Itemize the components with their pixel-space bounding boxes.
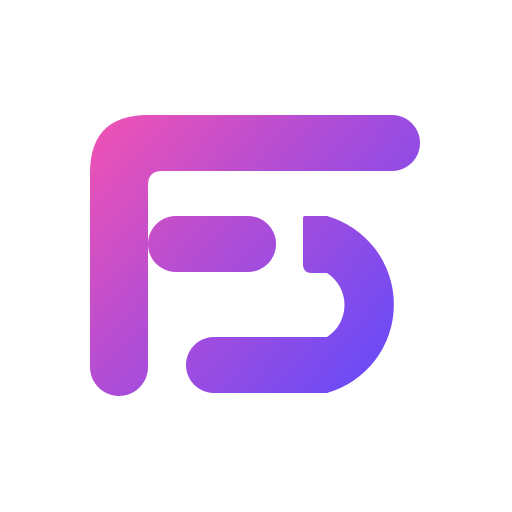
letter-f-middle-bar [148, 216, 276, 272]
fs-logo-icon [90, 115, 420, 396]
app-icon-canvas [0, 0, 512, 512]
